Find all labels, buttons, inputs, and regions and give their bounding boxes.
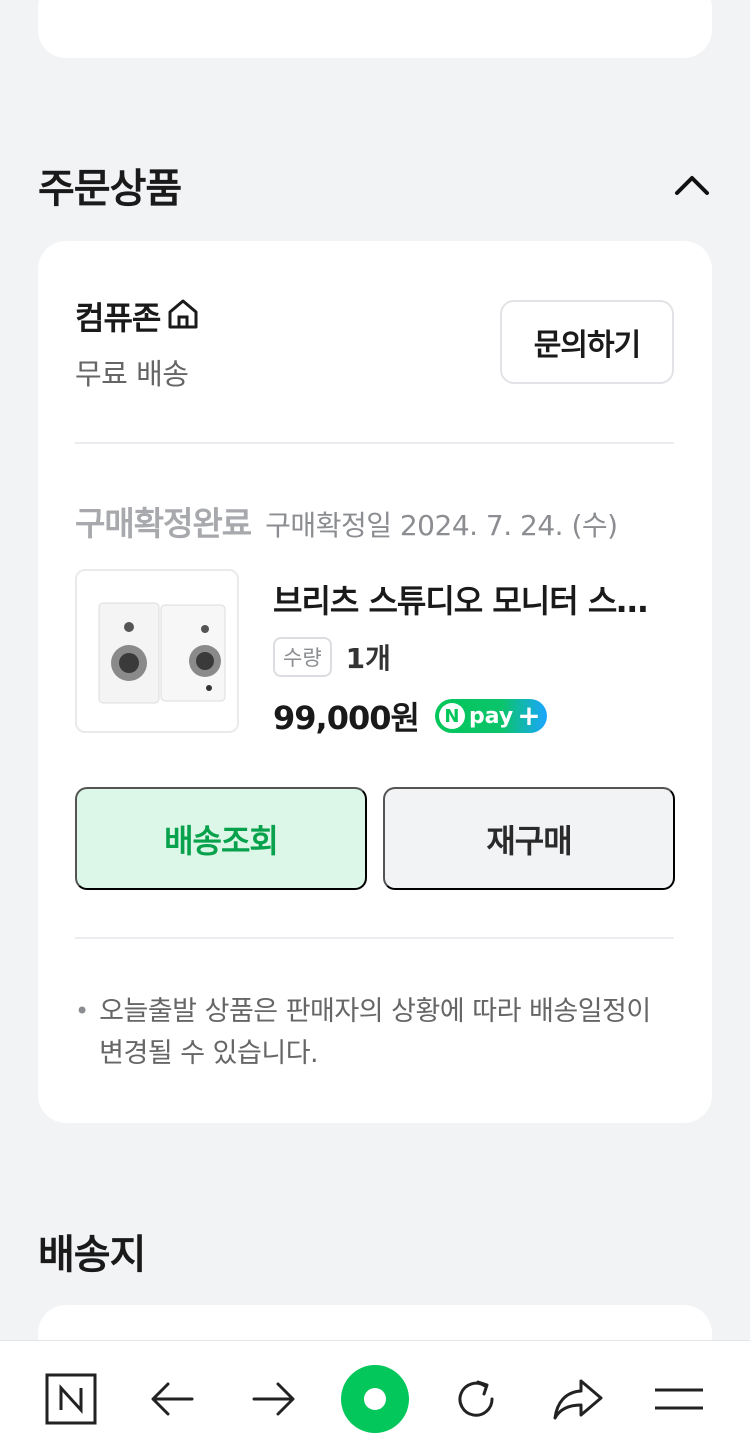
refresh-icon[interactable] [438, 1361, 514, 1437]
browser-bottom-bar [0, 1340, 750, 1456]
naver-home-icon[interactable] [33, 1361, 109, 1437]
speaker-image [98, 602, 226, 704]
npay-plus-badge: N pay + [434, 699, 547, 733]
order-detail-page: 주문상품 컴퓨존 무료 배송 문의하기 구매확정완료 구매확정일 2024. 7… [0, 0, 750, 1456]
forward-arrow-icon[interactable] [236, 1361, 312, 1437]
seller-name[interactable]: 컴퓨존 [75, 293, 161, 339]
seller-info: 컴퓨존 무료 배송 [75, 293, 200, 393]
green-dot-icon[interactable] [337, 1361, 413, 1437]
product-price: 99,000원 [273, 699, 420, 737]
previous-section-card [38, 0, 712, 58]
quantity-row: 수량 1개 [273, 637, 391, 677]
notice-text: 오늘출발 상품은 판매자의 상황에 따라 배송일정이 변경될 수 있습니다. [99, 996, 651, 1069]
divider [75, 442, 674, 444]
order-product-card: 컴퓨존 무료 배송 문의하기 구매확정완료 구매확정일 2024. 7. 24.… [38, 241, 712, 1123]
product-thumbnail[interactable] [75, 569, 239, 733]
track-delivery-button[interactable]: 배송조회 [75, 787, 367, 890]
npay-plus-icon: + [517, 699, 541, 732]
menu-icon[interactable] [641, 1361, 717, 1437]
npay-n-logo: N [438, 703, 465, 729]
confirm-date: 구매확정일 2024. 7. 24. (수) [265, 509, 618, 542]
order-status-line: 구매확정완료 구매확정일 2024. 7. 24. (수) [75, 497, 618, 545]
back-arrow-icon[interactable] [134, 1361, 210, 1437]
order-status: 구매확정완료 [75, 504, 252, 543]
delivery-section-header: 배송지 [38, 1222, 712, 1280]
collapse-chevron-up-icon[interactable] [672, 165, 712, 205]
inquiry-button[interactable]: 문의하기 [500, 300, 674, 384]
price-row: 99,000원 N pay + [273, 693, 547, 739]
quantity-label: 수량 [273, 637, 332, 677]
delivery-section-title: 배송지 [38, 1232, 146, 1278]
store-home-icon[interactable] [166, 297, 200, 335]
product-name[interactable]: 브리츠 스튜디오 모니터 스피커 [273, 576, 673, 622]
share-icon[interactable] [540, 1361, 616, 1437]
shipping-fee-text: 무료 배송 [75, 357, 189, 391]
shipping-notice: • 오늘출발 상품은 판매자의 상황에 따라 배송일정이 변경될 수 있습니다. [75, 991, 675, 1075]
bullet-icon: • [75, 997, 90, 1025]
divider [75, 937, 674, 939]
order-section-title: 주문상품 [38, 166, 182, 212]
order-section-header: 주문상품 [38, 156, 712, 214]
npay-text: pay [468, 703, 514, 729]
quantity-value: 1개 [345, 642, 391, 675]
rebuy-button[interactable]: 재구매 [383, 787, 675, 890]
